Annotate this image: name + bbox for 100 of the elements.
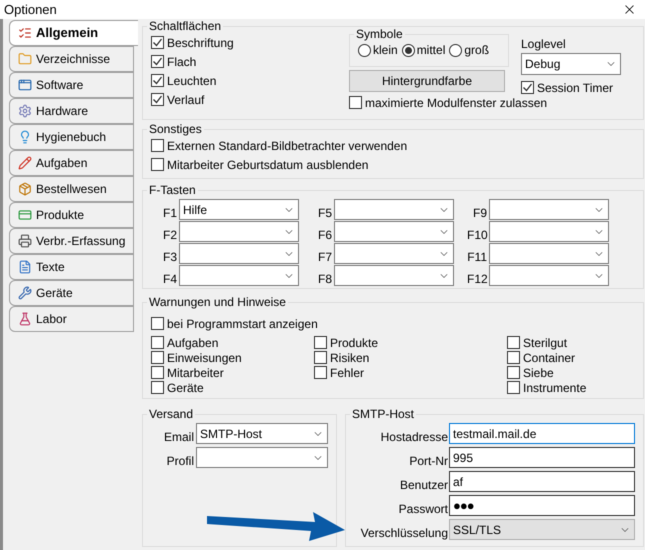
password-field[interactable]: ●●●	[449, 495, 635, 516]
radio-button[interactable]	[402, 44, 415, 56]
checkbox-label: Aufgaben	[167, 334, 218, 352]
key-label: F1	[162, 206, 177, 220]
checkbox[interactable]	[507, 336, 520, 349]
checkbox[interactable]	[314, 336, 327, 349]
gear-icon	[18, 104, 32, 118]
input-field[interactable]: af	[449, 471, 635, 492]
field-label: Profil	[166, 454, 194, 468]
checkbox-label: Session Timer	[537, 80, 614, 96]
tab[interactable]: Software	[9, 72, 134, 98]
checkbox-label: Siebe	[523, 364, 554, 382]
checkbox[interactable]	[151, 381, 164, 394]
checkbox[interactable]	[349, 96, 362, 109]
tab[interactable]: Geräte	[9, 280, 134, 306]
tab[interactable]: Texte	[9, 254, 134, 280]
checkbox[interactable]	[507, 351, 520, 364]
checkbox[interactable]	[151, 74, 164, 87]
field-label: Passwort	[398, 502, 448, 516]
checkbox-label: Instrumente	[523, 380, 586, 396]
checkbox-label: Einweisungen	[167, 350, 242, 366]
checkbox[interactable]	[521, 81, 534, 94]
field-label: Verschlüsselung	[360, 526, 448, 540]
checkbox[interactable]	[151, 36, 164, 49]
key-label: F7	[316, 250, 332, 264]
tab[interactable]: Verzeichnisse	[9, 46, 134, 72]
input-field[interactable]: 995	[449, 447, 635, 468]
tab[interactable]: Verbr.-Erfassung	[9, 228, 134, 254]
checkbox-label: Mitarbeiter Geburtsdatum ausblenden	[167, 156, 368, 174]
checkbox[interactable]	[507, 366, 520, 379]
dropdown[interactable]	[179, 221, 299, 242]
tab[interactable]: Hygienebuch	[9, 124, 134, 150]
group-title: F-Tasten	[148, 183, 197, 197]
checkbox[interactable]	[151, 366, 164, 379]
checkbox[interactable]	[151, 93, 164, 106]
checkbox[interactable]	[314, 366, 327, 379]
dropdown[interactable]: Hilfe	[179, 199, 299, 220]
window-icon	[18, 78, 32, 92]
field-label: Hostadresse	[380, 430, 448, 444]
background-color-button[interactable]: Hintergrundfarbe	[349, 70, 505, 92]
dropdown[interactable]	[489, 265, 609, 286]
checkbox-label: Fehler	[330, 364, 364, 382]
tab[interactable]: Aufgaben	[9, 150, 134, 176]
group-title: Sonstiges	[148, 122, 203, 136]
radio-button[interactable]	[449, 44, 462, 56]
key-label: F11	[467, 250, 487, 264]
tools-icon	[18, 286, 32, 300]
dropdown[interactable]	[489, 221, 609, 242]
dropdown[interactable]	[489, 199, 609, 220]
dropdown[interactable]: Debug	[521, 53, 621, 75]
tab[interactable]: Hardware	[9, 98, 134, 124]
field-label: Benutzer	[398, 478, 448, 492]
radio-label: groß	[464, 42, 490, 59]
checkbox[interactable]	[151, 158, 164, 171]
key-label: F6	[316, 228, 332, 242]
dropdown[interactable]	[334, 221, 454, 242]
key-label: F3	[162, 250, 177, 264]
dropdown[interactable]: SSL/TLS	[449, 519, 635, 540]
checkbox-label: Produkte	[330, 334, 378, 352]
dropdown[interactable]	[334, 199, 454, 220]
checkbox-label: Risiken	[330, 350, 370, 366]
tab[interactable]: Labor	[9, 306, 134, 332]
printer-icon	[18, 234, 32, 248]
checkbox[interactable]	[151, 55, 164, 68]
checkbox[interactable]	[151, 139, 164, 152]
checkbox[interactable]	[314, 351, 327, 364]
group-title: Warnungen und Hinweise	[148, 295, 287, 309]
tab[interactable]: Bestellwesen	[9, 176, 134, 202]
group-title: Versand	[148, 407, 194, 421]
field-label: Email	[162, 430, 194, 444]
checkbox-label: Externen Standard-Bildbetrachter verwenden	[167, 138, 408, 154]
key-label: F2	[162, 228, 177, 242]
dropdown[interactable]	[179, 265, 299, 286]
checkbox[interactable]	[151, 336, 164, 349]
dropdown[interactable]	[334, 265, 454, 286]
input-field[interactable]: testmail.mail.de	[449, 423, 635, 444]
dropdown[interactable]	[489, 243, 609, 264]
tab[interactable]: Allgemein	[9, 20, 138, 46]
radio-button[interactable]	[358, 44, 371, 56]
dropdown[interactable]	[334, 243, 454, 264]
group-title: SMTP-Host	[351, 407, 416, 421]
checkbox[interactable]	[151, 317, 164, 330]
checkbox-label: Flach	[167, 54, 196, 70]
radio-label: klein	[373, 42, 398, 59]
checkbox[interactable]	[507, 381, 520, 394]
checkbox-label: Sterilgut	[523, 334, 568, 352]
key-label: F9	[472, 206, 487, 220]
tab[interactable]: Produkte	[9, 202, 134, 228]
key-label: F12	[467, 272, 487, 286]
key-label: F4	[162, 272, 177, 286]
key-label: F8	[316, 272, 332, 286]
checkbox-label: Beschriftung	[167, 34, 234, 52]
checkbox[interactable]	[151, 351, 164, 364]
checkbox-label: Mitarbeiter	[167, 364, 224, 382]
checkbox-label: bei Programmstart anzeigen	[167, 316, 318, 332]
dropdown[interactable]	[196, 447, 328, 468]
dropdown[interactable]: SMTP-Host	[196, 423, 328, 444]
document-icon	[18, 260, 32, 274]
dropdown[interactable]	[179, 243, 299, 264]
card-icon	[18, 208, 32, 222]
